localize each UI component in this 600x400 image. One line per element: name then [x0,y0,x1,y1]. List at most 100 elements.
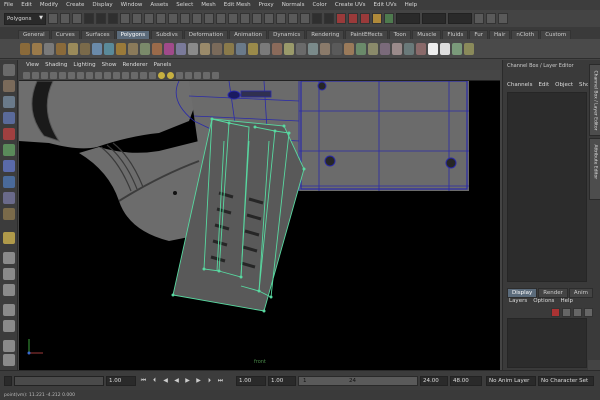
toggle-attribute-icon[interactable] [486,13,496,24]
shelf-tool-12-icon[interactable] [152,42,162,55]
scale-tool-icon[interactable] [3,144,15,156]
pick-misc-icon[interactable] [216,13,226,24]
shelf-tool-15-icon[interactable] [188,42,198,55]
snap-curve-icon[interactable] [264,13,274,24]
layout-uv-icon[interactable] [3,340,15,352]
shelf-tool-9-icon[interactable] [116,42,126,55]
move-tool-icon[interactable] [3,112,15,124]
side-tab-attribute-editor[interactable]: Attribute Editor [589,138,600,200]
time-slider[interactable] [14,376,104,386]
layer-list-area[interactable] [507,318,587,368]
isolate-select-icon[interactable] [194,71,201,79]
layout-two-pane-icon[interactable] [3,268,15,280]
safe-action-icon[interactable] [104,71,111,79]
layout-graph-icon[interactable] [3,304,15,316]
highlight-selection-icon[interactable] [240,13,250,24]
menu-item-file[interactable]: File [0,2,17,8]
make-live-icon[interactable] [300,13,310,24]
channel-box-area[interactable] [507,92,587,282]
channel-box-menu-item-edit[interactable]: Edit [538,82,549,88]
viewport-menu-item-lighting[interactable]: Lighting [70,62,98,68]
shelf-tab-animation[interactable]: Animation [229,30,268,39]
move-up-icon[interactable] [573,308,582,317]
xray-icon[interactable] [176,71,183,79]
shelf-tool-7-icon[interactable] [92,42,102,55]
shelf-tool-13-icon[interactable] [164,42,174,55]
shelf-tab-deformation[interactable]: Deformation [183,30,229,39]
menu-item-create-uvs[interactable]: Create UVs [331,2,370,8]
shelf-tool-6-icon[interactable] [80,42,90,55]
shelf-tool-23-icon[interactable] [284,42,294,55]
play-backwards-icon[interactable]: ◀ [173,377,180,385]
paint-select-tool-icon[interactable] [3,96,15,108]
range-start-field[interactable]: 1.00 [236,376,266,386]
toggle-sidebar-icon[interactable] [474,13,484,24]
soft-mod-tool-icon[interactable] [3,176,15,188]
shelf-tool-35-icon[interactable] [428,42,438,55]
playback-range-slider[interactable]: 1 24 [298,376,418,386]
save-scene-icon[interactable] [72,13,82,24]
lasso-tool-icon[interactable] [3,80,15,92]
bookmark-icon[interactable] [41,71,48,79]
snap-view-plane-icon[interactable] [288,13,298,24]
shelf-tool-10-icon[interactable] [128,42,138,55]
layout-outliner-icon[interactable] [3,284,15,296]
use-all-lights-icon[interactable] [158,71,165,79]
shelf-tool-37-icon[interactable] [452,42,462,55]
perspective-viewport[interactable]: front [19,81,500,370]
camera-select-icon[interactable] [23,71,30,79]
viewport-menu-item-show[interactable]: Show [99,62,120,68]
select-object-icon[interactable] [96,13,106,24]
open-scene-icon[interactable] [60,13,70,24]
viewport-menu-item-panels[interactable]: Panels [151,62,175,68]
step-back-frame-icon[interactable]: ⏴ [151,377,158,385]
input-mode-icon[interactable] [384,13,394,24]
shelf-tool-31-icon[interactable] [380,42,390,55]
pick-mask-icon[interactable] [120,13,130,24]
gate-mask-icon[interactable] [86,71,93,79]
layer-menu-item-layers[interactable]: Layers [509,298,527,304]
menu-item-select[interactable]: Select [172,2,197,8]
shelf-tab-general[interactable]: General [18,30,50,39]
shelf-tool-28-icon[interactable] [344,42,354,55]
layer-tab-display[interactable]: Display [507,288,538,298]
pick-deform-icon[interactable] [180,13,190,24]
render-settings-icon[interactable] [360,13,370,24]
shelf-tab-custom[interactable]: Custom [540,30,572,39]
channel-box-menu-item-object[interactable]: Object [555,82,573,88]
shelf-tool-19-icon[interactable] [236,42,246,55]
layer-menu-item-help[interactable]: Help [560,298,573,304]
ambient-occlusion-icon[interactable] [212,71,219,79]
shelf-tool-2-icon[interactable] [32,42,42,55]
new-layer-icon[interactable] [551,308,560,317]
menu-set-selector[interactable]: Polygons ▼ [4,12,46,25]
play-forwards-icon[interactable]: ▶ [184,377,191,385]
menu-item-help[interactable]: Help [401,2,422,8]
layout-four-pane-icon[interactable] [3,252,15,264]
shelf-tool-8-icon[interactable] [104,42,114,55]
shelf-tool-4-icon[interactable] [56,42,66,55]
shelf-tab-hair[interactable]: Hair [489,30,511,39]
safe-title-icon[interactable] [113,71,120,79]
layout-single-pane-icon[interactable] [3,232,15,244]
pick-joint-icon[interactable] [144,13,154,24]
menu-item-mesh[interactable]: Mesh [197,2,219,8]
viewport-menu-item-renderer[interactable]: Renderer [119,62,150,68]
shelf-tab-muscle[interactable]: Muscle [412,30,442,39]
pick-surface-icon[interactable] [168,13,178,24]
grid-toggle-icon[interactable] [59,71,66,79]
show-manipulator-icon[interactable] [3,192,15,204]
hardware-texture-icon[interactable] [203,71,210,79]
shelf-tab-polygons[interactable]: Polygons [115,30,151,39]
menu-item-edit[interactable]: Edit [17,2,36,8]
shelf-tool-16-icon[interactable] [200,42,210,55]
shelf-tab-painteffects[interactable]: PaintEffects [345,30,388,39]
shelf-tool-20-icon[interactable] [248,42,258,55]
shelf-tool-32-icon[interactable] [392,42,402,55]
step-forward-frame-icon[interactable]: ⏵ [206,377,213,385]
menu-item-normals[interactable]: Normals [278,2,309,8]
select-tool-icon[interactable] [3,64,15,76]
select-component-icon[interactable] [108,13,118,24]
step-back-key-icon[interactable]: ◀ [162,377,169,385]
shelf-tab-surfaces[interactable]: Surfaces [80,30,115,39]
